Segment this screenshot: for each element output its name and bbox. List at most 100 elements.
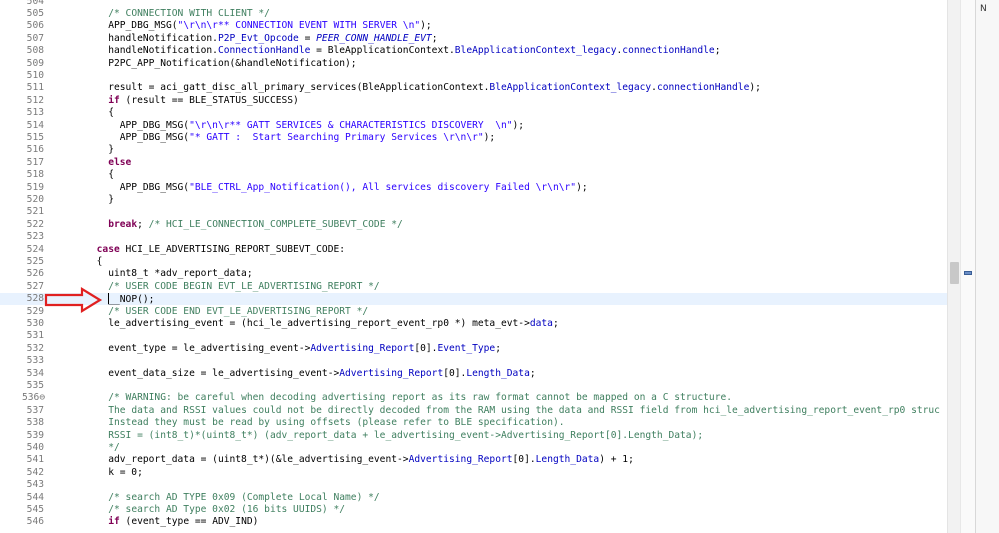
- code-area[interactable]: 504 505 /* CONNECTION WITH CLIENT */506 A…: [0, 0, 947, 533]
- code-text[interactable]: adv_report_data = (uint8_t*)(&le_adverti…: [62, 454, 634, 466]
- token-fld: Advertising_Report: [339, 367, 444, 379]
- side-panel-label: N: [980, 4, 987, 14]
- line-number: 542: [26, 466, 44, 478]
- code-line[interactable]: 517 else: [27, 157, 947, 169]
- code-text[interactable]: APP_DBG_MSG("* GATT : Start Searching Pr…: [62, 132, 495, 144]
- code-line[interactable]: 526 uint8_t *adv_report_data;: [27, 268, 947, 280]
- code-line[interactable]: 531: [27, 330, 947, 342]
- line-number: 536⊖: [22, 392, 46, 404]
- code-text[interactable]: The data and RSSI values could not be di…: [62, 405, 940, 417]
- code-line[interactable]: 523: [27, 231, 947, 243]
- code-text[interactable]: if (result == BLE_STATUS_SUCCESS): [62, 95, 299, 107]
- vertical-scrollbar[interactable]: [947, 0, 961, 533]
- code-line[interactable]: 505 /* CONNECTION WITH CLIENT */: [27, 8, 947, 20]
- code-line[interactable]: 522 break; /* HCI_LE_CONNECTION_COMPLETE…: [27, 219, 947, 231]
- token: APP_DBG_MSG(: [62, 20, 178, 32]
- code-text[interactable]: if (event_type == ADV_IND): [62, 516, 258, 528]
- code-text[interactable]: le_advertising_event = (hci_le_advertisi…: [62, 318, 559, 330]
- code-line[interactable]: 513 {: [27, 107, 947, 119]
- code-line[interactable]: 512 if (result == BLE_STATUS_SUCCESS): [27, 95, 947, 107]
- code-text[interactable]: APP_DBG_MSG("BLE_CTRL_App_Notification()…: [62, 182, 588, 194]
- code-line[interactable]: 529 /* USER CODE END EVT_LE_ADVERTISING_…: [27, 306, 947, 318]
- code-line[interactable]: 507 handleNotification.P2P_Evt_Opcode = …: [27, 33, 947, 45]
- code-line[interactable]: 530 le_advertising_event = (hci_le_adver…: [27, 318, 947, 330]
- scrollbar-thumb[interactable]: [950, 262, 959, 284]
- code-text[interactable]: APP_DBG_MSG("\r\n\r** CONNECTION EVENT W…: [62, 20, 431, 32]
- token-fld: connectionHandle: [656, 82, 750, 94]
- code-text[interactable]: {: [62, 256, 103, 268]
- token: {: [62, 169, 114, 181]
- code-line[interactable]: 508 handleNotification.ConnectionHandle …: [27, 45, 947, 57]
- token: }: [62, 193, 114, 205]
- code-line[interactable]: 543: [27, 479, 947, 491]
- code-text[interactable]: /* search AD Type 0x02 (16 bits UUIDS) *…: [62, 504, 345, 516]
- code-text[interactable]: RSSI = (int8_t)*(uint8_t*) (adv_report_d…: [62, 430, 703, 442]
- token-fld: Length_Data: [535, 454, 600, 466]
- code-line[interactable]: 520 }: [27, 194, 947, 206]
- code-text[interactable]: APP_DBG_MSG("\r\n\r** GATT SERVICES & CH…: [62, 120, 524, 132]
- code-line-current[interactable]: 528 __NOP();: [0, 293, 947, 306]
- code-line[interactable]: 504: [27, 0, 947, 8]
- code-text[interactable]: handleNotification.P2P_Evt_Opcode = PEER…: [62, 33, 437, 45]
- code-line[interactable]: 544 /* search AD TYPE 0x09 (Complete Loc…: [27, 491, 947, 504]
- token-cmt: /* search AD TYPE 0x09 (Complete Local N…: [108, 491, 380, 503]
- code-text[interactable]: uint8_t *adv_report_data;: [62, 268, 252, 280]
- overview-ruler-marker-icon[interactable]: [964, 271, 972, 275]
- code-text[interactable]: handleNotification.ConnectionHandle = Bl…: [62, 45, 720, 57]
- code-text[interactable]: }: [62, 144, 114, 156]
- code-text[interactable]: /* CONNECTION WITH CLIENT */: [62, 8, 270, 20]
- code-text[interactable]: event_type = le_advertising_event->Adver…: [62, 343, 501, 355]
- code-line[interactable]: 525 {: [27, 256, 947, 268]
- token: result = aci_gatt_disc_all_primary_servi…: [62, 82, 490, 94]
- code-text[interactable]: /* USER CODE BEGIN EVT_LE_ADVERTISING_RE…: [62, 280, 380, 293]
- code-line[interactable]: 510: [27, 70, 947, 82]
- code-line[interactable]: 540 */: [27, 442, 947, 454]
- token: HCI_LE_ADVERTISING_REPORT_SUBEVT_CODE:: [119, 243, 346, 255]
- code-line[interactable]: 542 k = 0;: [27, 467, 947, 479]
- code-text[interactable]: event_data_size = le_advertising_event->…: [62, 367, 535, 380]
- code-line[interactable]: 516 }: [27, 144, 947, 156]
- code-text[interactable]: /* WARNING: be careful when decoding adv…: [62, 392, 732, 404]
- code-line[interactable]: 545 /* search AD Type 0x02 (16 bits UUID…: [27, 504, 947, 516]
- code-line[interactable]: 524 case HCI_LE_ADVERTISING_REPORT_SUBEV…: [27, 244, 947, 256]
- code-text[interactable]: /* USER CODE END EVT_LE_ADVERTISING_REPO…: [62, 306, 368, 318]
- code-line[interactable]: 519 APP_DBG_MSG("BLE_CTRL_App_Notificati…: [27, 182, 947, 194]
- code-line[interactable]: 541 adv_report_data = (uint8_t*)(&le_adv…: [27, 454, 947, 466]
- code-line[interactable]: 509 P2PC_APP_Notification(&handleNotific…: [27, 58, 947, 70]
- code-line[interactable]: 534 event_data_size = le_advertising_eve…: [27, 367, 947, 380]
- code-line[interactable]: 515 APP_DBG_MSG("* GATT : Start Searchin…: [27, 132, 947, 144]
- code-line[interactable]: 506 APP_DBG_MSG("\r\n\r** CONNECTION EVE…: [27, 20, 947, 32]
- token-cmt: /* USER CODE BEGIN EVT_LE_ADVERTISING_RE…: [108, 280, 380, 292]
- code-line[interactable]: 535: [27, 380, 947, 392]
- code-text[interactable]: {: [62, 169, 114, 181]
- code-text[interactable]: else: [62, 157, 131, 169]
- code-line[interactable]: 536⊖ /* WARNING: be careful when decodin…: [22, 392, 947, 404]
- code-line[interactable]: 538 Instead they must be read by using o…: [27, 417, 947, 429]
- code-line[interactable]: 514 APP_DBG_MSG("\r\n\r** GATT SERVICES …: [27, 120, 947, 132]
- code-line[interactable]: 511 result = aci_gatt_disc_all_primary_s…: [27, 82, 947, 94]
- code-text[interactable]: case HCI_LE_ADVERTISING_REPORT_SUBEVT_CO…: [62, 244, 345, 256]
- code-text[interactable]: }: [62, 194, 114, 206]
- code-text[interactable]: {: [62, 107, 114, 119]
- code-text[interactable]: */: [62, 442, 120, 454]
- code-line[interactable]: 532 event_type = le_advertising_event->A…: [27, 343, 947, 355]
- code-text[interactable]: break; /* HCI_LE_CONNECTION_COMPLETE_SUB…: [62, 219, 403, 231]
- code-text[interactable]: P2PC_APP_Notification(&handleNotificatio…: [62, 58, 356, 70]
- code-text[interactable]: Instead they must be read by using offse…: [62, 417, 564, 429]
- code-line[interactable]: 537 The data and RSSI values could not b…: [27, 405, 947, 417]
- code-text[interactable]: k = 0;: [62, 467, 143, 479]
- code-text[interactable]: /* search AD TYPE 0x09 (Complete Local N…: [62, 491, 380, 504]
- code-line[interactable]: 518 {: [27, 169, 947, 181]
- code-line[interactable]: 533: [27, 355, 947, 367]
- overview-ruler[interactable]: [960, 0, 975, 533]
- code-editor[interactable]: 504 505 /* CONNECTION WITH CLIENT */506 A…: [0, 0, 947, 533]
- code-line[interactable]: 546 if (event_type == ADV_IND): [27, 516, 947, 528]
- code-line[interactable]: 527 /* USER CODE BEGIN EVT_LE_ADVERTISIN…: [27, 280, 947, 293]
- left-annotation-ruler[interactable]: [0, 0, 14, 533]
- code-line[interactable]: 521: [27, 206, 947, 218]
- code-line[interactable]: 539 RSSI = (int8_t)*(uint8_t*) (adv_repo…: [27, 430, 947, 442]
- code-text[interactable]: result = aci_gatt_disc_all_primary_servi…: [62, 82, 761, 94]
- token-str: "BLE_CTRL_App_Notification(), All servic…: [189, 181, 577, 193]
